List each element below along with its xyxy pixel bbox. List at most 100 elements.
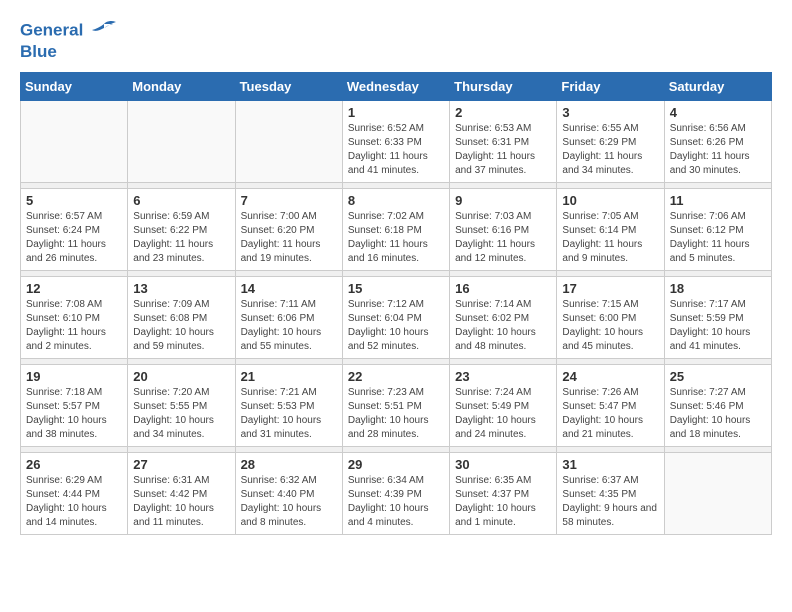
week-row-3: 12 Sunrise: 7:08 AM Sunset: 6:10 PM Dayli… — [21, 277, 772, 359]
day-info: Sunrise: 7:02 AM Sunset: 6:18 PM Dayligh… — [348, 210, 444, 266]
day-info: Sunrise: 7:21 AM Sunset: 5:53 PM Dayligh… — [241, 386, 337, 442]
week-row-2: 5 Sunrise: 6:57 AM Sunset: 6:24 PM Daylig… — [21, 189, 772, 271]
day-info: Sunrise: 7:17 AM Sunset: 5:59 PM Dayligh… — [670, 298, 766, 354]
calendar-cell: 5 Sunrise: 6:57 AM Sunset: 6:24 PM Daylig… — [21, 189, 128, 271]
day-number: 22 — [348, 369, 444, 384]
calendar-cell: 13 Sunrise: 7:09 AM Sunset: 6:08 PM Dayli… — [128, 277, 235, 359]
day-info: Sunrise: 6:55 AM Sunset: 6:29 PM Dayligh… — [562, 122, 658, 178]
day-number: 1 — [348, 105, 444, 120]
calendar-cell: 21 Sunrise: 7:21 AM Sunset: 5:53 PM Dayli… — [235, 365, 342, 447]
calendar-cell — [235, 101, 342, 183]
weekday-header-friday: Friday — [557, 73, 664, 101]
day-number: 6 — [133, 193, 229, 208]
calendar-cell — [128, 101, 235, 183]
day-number: 12 — [26, 281, 122, 296]
day-info: Sunrise: 7:08 AM Sunset: 6:10 PM Dayligh… — [26, 298, 122, 354]
day-number: 24 — [562, 369, 658, 384]
calendar-cell: 10Sunrise: 7:05 AM Sunset: 6:14 PM Dayli… — [557, 189, 664, 271]
day-info: Sunrise: 6:53 AM Sunset: 6:31 PM Dayligh… — [455, 122, 551, 178]
calendar-cell: 17 Sunrise: 7:15 AM Sunset: 6:00 PM Dayli… — [557, 277, 664, 359]
day-number: 23 — [455, 369, 551, 384]
calendar-table: SundayMondayTuesdayWednesdayThursdayFrid… — [20, 72, 772, 535]
day-number: 19 — [26, 369, 122, 384]
day-info: Sunrise: 7:03 AM Sunset: 6:16 PM Dayligh… — [455, 210, 551, 266]
page-header: General Blue — [20, 20, 772, 62]
day-info: Sunrise: 7:12 AM Sunset: 6:04 PM Dayligh… — [348, 298, 444, 354]
calendar-cell: 11Sunrise: 7:06 AM Sunset: 6:12 PM Dayli… — [664, 189, 771, 271]
day-number: 5 — [26, 193, 122, 208]
day-number: 30 — [455, 457, 551, 472]
day-number: 10 — [562, 193, 658, 208]
day-number: 4 — [670, 105, 766, 120]
day-info: Sunrise: 7:26 AM Sunset: 5:47 PM Dayligh… — [562, 386, 658, 442]
day-info: Sunrise: 7:15 AM Sunset: 6:00 PM Dayligh… — [562, 298, 658, 354]
calendar-cell: 16Sunrise: 7:14 AM Sunset: 6:02 PM Dayli… — [450, 277, 557, 359]
week-row-1: 1 Sunrise: 6:52 AM Sunset: 6:33 PM Daylig… — [21, 101, 772, 183]
weekday-header-row: SundayMondayTuesdayWednesdayThursdayFrid… — [21, 73, 772, 101]
day-number: 25 — [670, 369, 766, 384]
calendar-cell — [664, 453, 771, 535]
calendar-cell: 29 Sunrise: 6:34 AM Sunset: 4:39 PM Dayli… — [342, 453, 449, 535]
week-row-4: 19Sunrise: 7:18 AM Sunset: 5:57 PM Dayli… — [21, 365, 772, 447]
day-number: 9 — [455, 193, 551, 208]
calendar-cell: 30Sunrise: 6:35 AM Sunset: 4:37 PM Dayli… — [450, 453, 557, 535]
calendar-cell: 31 Sunrise: 6:37 AM Sunset: 4:35 PM Dayli… — [557, 453, 664, 535]
day-number: 14 — [241, 281, 337, 296]
day-number: 28 — [241, 457, 337, 472]
calendar-cell: 3 Sunrise: 6:55 AM Sunset: 6:29 PM Daylig… — [557, 101, 664, 183]
calendar-cell: 28 Sunrise: 6:32 AM Sunset: 4:40 PM Dayli… — [235, 453, 342, 535]
day-info: Sunrise: 6:52 AM Sunset: 6:33 PM Dayligh… — [348, 122, 444, 178]
calendar-cell: 12 Sunrise: 7:08 AM Sunset: 6:10 PM Dayli… — [21, 277, 128, 359]
calendar-cell: 24 Sunrise: 7:26 AM Sunset: 5:47 PM Dayli… — [557, 365, 664, 447]
day-info: Sunrise: 7:06 AM Sunset: 6:12 PM Dayligh… — [670, 210, 766, 266]
calendar-cell: 1 Sunrise: 6:52 AM Sunset: 6:33 PM Daylig… — [342, 101, 449, 183]
day-number: 3 — [562, 105, 658, 120]
day-info: Sunrise: 7:11 AM Sunset: 6:06 PM Dayligh… — [241, 298, 337, 354]
day-number: 8 — [348, 193, 444, 208]
calendar-cell: 6 Sunrise: 6:59 AM Sunset: 6:22 PM Daylig… — [128, 189, 235, 271]
weekday-header-saturday: Saturday — [664, 73, 771, 101]
day-number: 18 — [670, 281, 766, 296]
logo-text: General — [20, 20, 118, 42]
calendar-cell: 25Sunrise: 7:27 AM Sunset: 5:46 PM Dayli… — [664, 365, 771, 447]
calendar-cell: 15 Sunrise: 7:12 AM Sunset: 6:04 PM Dayli… — [342, 277, 449, 359]
calendar-cell: 20Sunrise: 7:20 AM Sunset: 5:55 PM Dayli… — [128, 365, 235, 447]
day-info: Sunrise: 6:32 AM Sunset: 4:40 PM Dayligh… — [241, 474, 337, 530]
day-number: 31 — [562, 457, 658, 472]
calendar-cell: 18 Sunrise: 7:17 AM Sunset: 5:59 PM Dayli… — [664, 277, 771, 359]
day-number: 7 — [241, 193, 337, 208]
logo-general: General — [20, 20, 83, 39]
day-info: Sunrise: 6:59 AM Sunset: 6:22 PM Dayligh… — [133, 210, 229, 266]
day-info: Sunrise: 6:29 AM Sunset: 4:44 PM Dayligh… — [26, 474, 122, 530]
calendar-cell: 26 Sunrise: 6:29 AM Sunset: 4:44 PM Dayli… — [21, 453, 128, 535]
weekday-header-wednesday: Wednesday — [342, 73, 449, 101]
day-info: Sunrise: 7:24 AM Sunset: 5:49 PM Dayligh… — [455, 386, 551, 442]
calendar-cell: 7Sunrise: 7:00 AM Sunset: 6:20 PM Daylig… — [235, 189, 342, 271]
week-row-5: 26 Sunrise: 6:29 AM Sunset: 4:44 PM Dayli… — [21, 453, 772, 535]
day-number: 29 — [348, 457, 444, 472]
calendar-cell: 4Sunrise: 6:56 AM Sunset: 6:26 PM Daylig… — [664, 101, 771, 183]
day-info: Sunrise: 6:37 AM Sunset: 4:35 PM Dayligh… — [562, 474, 658, 530]
day-info: Sunrise: 6:31 AM Sunset: 4:42 PM Dayligh… — [133, 474, 229, 530]
calendar-cell: 19Sunrise: 7:18 AM Sunset: 5:57 PM Dayli… — [21, 365, 128, 447]
weekday-header-sunday: Sunday — [21, 73, 128, 101]
day-info: Sunrise: 6:34 AM Sunset: 4:39 PM Dayligh… — [348, 474, 444, 530]
calendar-cell: 27 Sunrise: 6:31 AM Sunset: 4:42 PM Dayli… — [128, 453, 235, 535]
calendar-cell: 9 Sunrise: 7:03 AM Sunset: 6:16 PM Daylig… — [450, 189, 557, 271]
logo-bird-icon — [90, 20, 118, 42]
calendar-cell: 8 Sunrise: 7:02 AM Sunset: 6:18 PM Daylig… — [342, 189, 449, 271]
day-number: 21 — [241, 369, 337, 384]
calendar-cell: 2Sunrise: 6:53 AM Sunset: 6:31 PM Daylig… — [450, 101, 557, 183]
calendar-cell: 14 Sunrise: 7:11 AM Sunset: 6:06 PM Dayli… — [235, 277, 342, 359]
day-info: Sunrise: 7:14 AM Sunset: 6:02 PM Dayligh… — [455, 298, 551, 354]
day-number: 17 — [562, 281, 658, 296]
calendar-cell: 23 Sunrise: 7:24 AM Sunset: 5:49 PM Dayli… — [450, 365, 557, 447]
logo: General Blue — [20, 20, 118, 62]
day-info: Sunrise: 6:57 AM Sunset: 6:24 PM Dayligh… — [26, 210, 122, 266]
day-number: 27 — [133, 457, 229, 472]
day-number: 13 — [133, 281, 229, 296]
day-info: Sunrise: 7:09 AM Sunset: 6:08 PM Dayligh… — [133, 298, 229, 354]
day-number: 15 — [348, 281, 444, 296]
weekday-header-thursday: Thursday — [450, 73, 557, 101]
day-number: 26 — [26, 457, 122, 472]
